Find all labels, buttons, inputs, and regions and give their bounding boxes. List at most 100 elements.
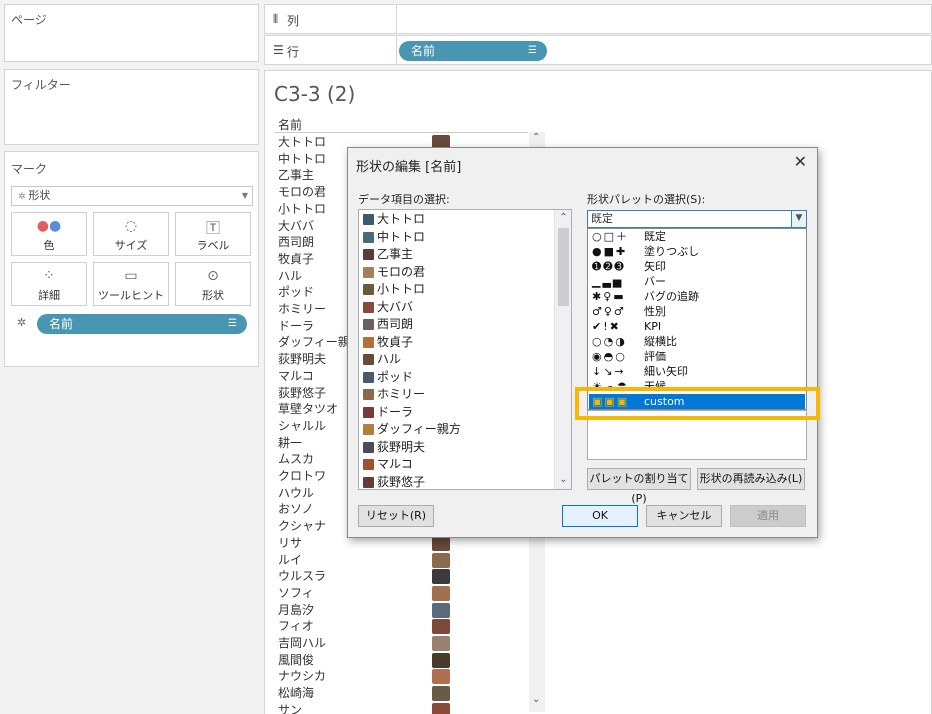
data-item-label: 西司朗 — [377, 317, 414, 331]
item-thumbnail — [363, 459, 374, 470]
data-items-scrollbar[interactable]: ⌃ ⌄ — [554, 210, 571, 489]
rows-icon: ☰ — [273, 43, 284, 57]
palette-option[interactable]: ♂♀♂ 性別 — [592, 304, 666, 319]
marks-title: マーク — [11, 162, 48, 176]
palette-option[interactable]: ↓↘→ 細い矢印 — [592, 364, 688, 379]
data-items-list[interactable]: 大トトロ 中トトロ乙事主 モロの君小トトロ大ババ 西司朗牧貞子 ハルポッド ホミリー ドーラ… — [358, 209, 572, 490]
chevron-down-icon: ▼ — [241, 191, 248, 200]
name-row: 大ババ — [278, 218, 315, 233]
cancel-button[interactable]: キャンセル — [646, 505, 722, 527]
apply-button[interactable]: 適用 — [730, 505, 806, 527]
filters-shelf[interactable]: フィルター — [4, 69, 259, 145]
palette-option[interactable]: ➊➋➌ 矢印 — [592, 259, 666, 274]
scroll-thumb[interactable] — [558, 228, 569, 306]
data-item[interactable]: ポッド — [363, 369, 413, 387]
name-row: 吉岡ハル — [278, 636, 327, 650]
item-thumbnail — [363, 406, 374, 418]
assign-palette-button[interactable]: パレットの割り当て(P) — [587, 468, 691, 505]
name-row: ウルスラ — [278, 569, 327, 584]
data-item-label: 中トトロ — [377, 229, 426, 244]
tooltip-label: ツールヒント — [98, 289, 164, 302]
palette-shape-glyphs: ➊➋➌ — [592, 260, 626, 273]
data-item[interactable]: マルコ — [363, 456, 413, 474]
edit-shape-dialog: 形状の編集 [名前] ✕ データ項目の選択: 大トトロ 中トトロ 乙事主 モロの君 小ト… — [347, 147, 818, 538]
close-icon[interactable]: ✕ — [794, 152, 807, 171]
rows-shelf[interactable]: ☰ 行 名前 ☰ — [264, 35, 932, 65]
data-item[interactable]: 荻野悠子 — [363, 474, 426, 490]
data-item[interactable]: 牧貞子 — [363, 334, 413, 352]
data-item[interactable]: ハル — [363, 351, 402, 369]
name-row: 月島汐 — [278, 602, 315, 617]
name-row: おソノ — [278, 502, 314, 517]
palette-option[interactable]: ✱♀▬ バグの追跡 — [592, 289, 699, 304]
name-row: ドーラ — [278, 318, 315, 333]
label-button[interactable]: 🅃 ラベル — [175, 212, 251, 256]
name-row: ホミリー — [278, 302, 327, 316]
data-item-label: マルコ — [377, 457, 413, 471]
color-button[interactable]: ●● 色 — [11, 212, 87, 256]
palette-option[interactable]: ○□＋ 既定 — [592, 229, 666, 244]
item-thumbnail — [363, 441, 374, 453]
palette-shape-glyphs: ♂♀♂ — [592, 305, 626, 318]
data-item-label: ハル — [377, 352, 402, 366]
rows-name-pill[interactable]: 名前 ☰ — [399, 41, 547, 61]
item-thumbnail — [363, 476, 374, 488]
shelf-divider — [396, 36, 397, 64]
name-row: ルイ — [278, 552, 303, 567]
item-thumbnail — [363, 354, 374, 365]
palette-option-label: バグの追跡 — [644, 290, 699, 303]
chevron-down-icon[interactable]: ▼ — [791, 211, 806, 227]
reset-button[interactable]: リセット(R) — [358, 505, 434, 527]
ok-button[interactable]: OK — [562, 505, 638, 527]
data-item[interactable]: 荻野明夫 — [363, 439, 425, 457]
name-row: 中トトロ — [278, 151, 327, 166]
item-thumbnail — [363, 389, 374, 400]
tooltip-button[interactable]: ▭ ツールヒント — [93, 262, 169, 306]
palette-option[interactable]: ✔!✖ KPI — [592, 319, 661, 334]
shelf-divider — [396, 5, 397, 33]
palette-option[interactable]: ○◔◑ 縦横比 — [592, 334, 677, 349]
data-item[interactable]: ダッフィー親方 — [363, 421, 461, 439]
name-row: 荻野明夫 — [278, 352, 327, 367]
data-item[interactable]: 西司朗 — [363, 316, 414, 334]
name-row: 西司朗 — [278, 235, 315, 250]
palette-combo[interactable]: 既定 ▼ — [587, 210, 807, 228]
data-item[interactable]: 中トトロ — [363, 229, 426, 247]
detail-icon: ⁘ — [43, 268, 55, 284]
data-item[interactable]: 大ババ — [363, 299, 413, 317]
view-column-header: 名前 — [278, 118, 303, 132]
size-button[interactable]: ◌ サイズ — [93, 212, 169, 256]
mark-type-dropdown[interactable]: ✲ 形状 ▼ — [11, 186, 253, 206]
data-item-label: モロの君 — [377, 264, 426, 279]
data-item[interactable]: モロの君 — [363, 264, 426, 282]
palette-option[interactable]: ◉◓○ 評価 — [592, 349, 666, 364]
shape-icon: ⊙ — [207, 268, 219, 284]
data-item-label: ダッフィー親方 — [377, 422, 461, 436]
shape-thumbnail — [432, 602, 450, 618]
scroll-up-icon: ⌃ — [559, 212, 568, 223]
mark-name-pill[interactable]: 名前 ☰ — [37, 314, 247, 334]
data-item-label: 荻野悠子 — [377, 474, 426, 489]
data-item[interactable]: 小トトロ — [363, 281, 426, 299]
palette-option[interactable]: ▁▃▅ バー — [592, 274, 666, 289]
shape-thumbnail — [432, 652, 450, 668]
pages-shelf[interactable]: ページ — [4, 4, 259, 62]
palette-label: 形状パレットの選択(S): — [587, 193, 706, 206]
reload-shapes-button[interactable]: 形状の再読み込み(L) — [697, 468, 805, 490]
detail-button[interactable]: ⁘ 詳細 — [11, 262, 87, 306]
pages-title: ページ — [11, 13, 47, 27]
item-thumbnail — [363, 424, 374, 435]
name-row: リサ — [278, 535, 303, 550]
name-row: 草壁タツオ — [278, 402, 339, 417]
columns-shelf[interactable]: ⫴ 列 — [264, 4, 932, 34]
data-item-label: 小トトロ — [377, 282, 426, 296]
custom-highlight-box — [575, 387, 820, 420]
shape-button[interactable]: ⊙ 形状 — [175, 262, 251, 306]
size-label: サイズ — [114, 239, 148, 252]
data-item[interactable]: 乙事主 — [363, 246, 413, 264]
data-item[interactable]: 大トトロ — [363, 211, 425, 229]
data-item[interactable]: ドーラ — [363, 404, 413, 422]
palette-dropdown-list[interactable]: ○□＋ 既定 ●■✚ 塗りつぶし ➊➋➌ 矢印 ▁▃▅ バー ✱♀▬ バグの追跡 ♂♀♂ 性別 ✔!✖ K… — [587, 228, 807, 410]
palette-option[interactable]: ●■✚ 塗りつぶし — [592, 244, 699, 259]
data-item[interactable]: ホミリー — [363, 386, 425, 404]
